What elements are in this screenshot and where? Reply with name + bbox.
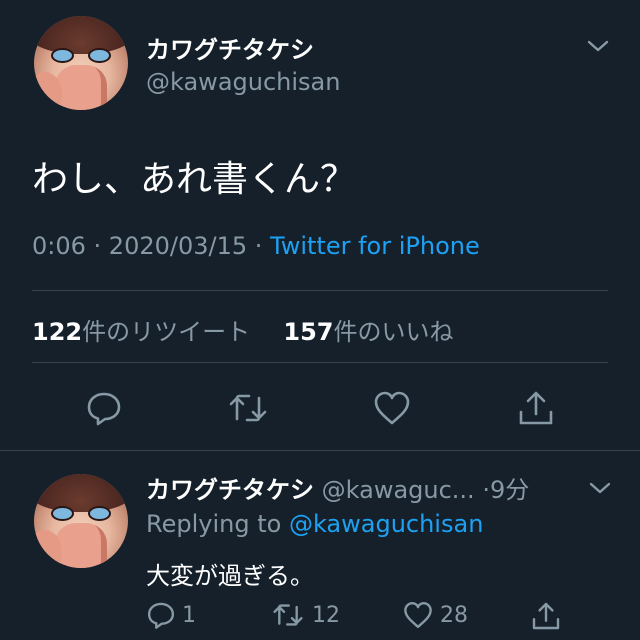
tweet-source-link[interactable]: Twitter for iPhone [270,232,480,260]
avatar-eye-right [88,505,112,522]
reply-avatar[interactable] [34,474,128,568]
retweet-label: 件のリツイート [82,318,251,346]
share-icon [519,391,553,425]
reply-text: 大変が過ぎる。 [146,562,314,590]
reply-icon [147,602,175,629]
likes-stat[interactable]: 157件のいいね [283,318,453,346]
retweet-icon [273,604,303,626]
reply-author-display-name[interactable]: カワグチタケシ [146,476,314,504]
retweet-button[interactable] [226,386,270,430]
reply-like-count: 28 [440,602,468,628]
like-label: 件のいいね [333,318,454,346]
reply-like-button[interactable]: 28 [402,600,468,630]
reply-share-button[interactable] [530,600,562,632]
heart-icon [404,601,432,629]
reply-retweet-count: 12 [312,602,340,628]
replying-prefix: Replying to [146,510,289,538]
tweet-stats: 122件のリツイート 157件のいいね [32,312,454,347]
retweet-count: 122 [32,318,83,346]
author-display-name[interactable]: カワグチタケシ [146,30,314,65]
author-handle[interactable]: @kawaguchisan [146,68,340,96]
tweet-text: わし、あれ書くん？ [32,159,357,200]
reply-author-handle[interactable]: @kawaguc... [322,476,475,504]
avatar-hair [34,16,128,54]
divider [32,362,608,363]
share-button[interactable] [514,386,558,430]
tweet-meta: 0:06 · 2020/03/15 · Twitter for iPhone [32,232,480,260]
heart-icon [374,391,410,425]
avatar-hair [34,474,128,512]
reply-reply-button[interactable]: 1 [146,600,196,630]
reply-header: カワグチタケシ @kawaguc... ·9分 [146,470,529,505]
chevron-down-icon[interactable] [586,36,610,56]
avatar-hand [54,64,108,110]
reply-retweet-button[interactable]: 12 [270,600,340,630]
tweet-date[interactable]: 2020/03/15 [109,232,247,260]
reply-icon [87,392,121,426]
retweet-icon [229,394,267,422]
avatar-eye-right [88,47,112,64]
avatar[interactable] [34,16,128,110]
like-count: 157 [283,318,334,346]
meta-separator-2: · [247,232,271,260]
meta-separator: · [85,232,109,260]
reply-time[interactable]: ·9分 [482,476,529,504]
tweet-time[interactable]: 0:06 [32,232,86,260]
reply-count: 1 [182,602,196,628]
reply-button[interactable] [82,386,126,430]
chevron-down-icon[interactable] [588,478,612,498]
retweets-stat[interactable]: 122件のリツイート [32,318,250,346]
avatar-eye-left [50,47,74,64]
like-button[interactable] [370,386,414,430]
avatar-eye-left [50,505,74,522]
replying-mention-link[interactable]: @kawaguchisan [289,510,483,538]
tweet-detail-page: カワグチタケシ @kawaguchisan わし、あれ書くん？ 0:06 · 2… [0,0,640,640]
share-icon [532,602,560,630]
divider [0,450,640,451]
replying-to: Replying to @kawaguchisan [146,510,483,538]
avatar-hand [54,522,108,568]
divider [32,290,608,291]
